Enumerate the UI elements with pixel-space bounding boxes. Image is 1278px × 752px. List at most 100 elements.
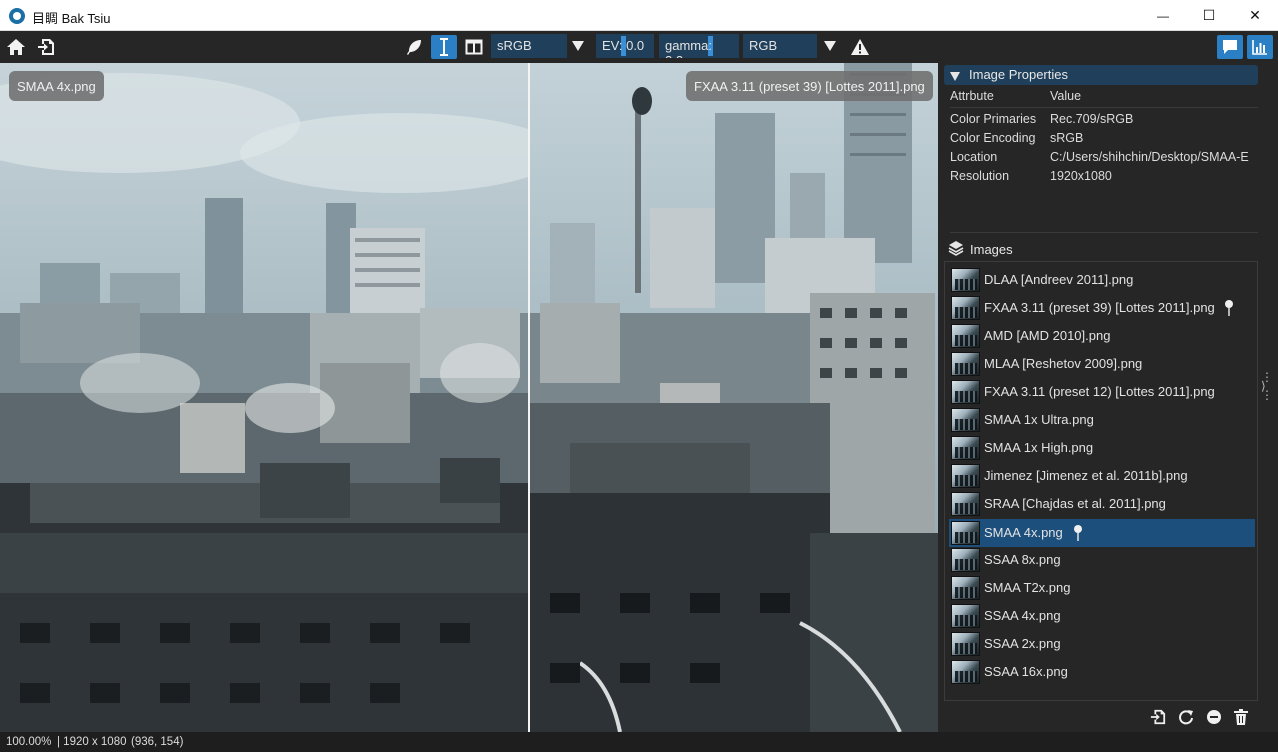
right-image-fxaa	[530, 63, 938, 732]
open-file-icon	[38, 39, 54, 55]
channel-select[interactable]: RGB	[743, 34, 817, 58]
list-item[interactable]: FXAA 3.11 (preset 39) [Lottes 2011].png	[949, 295, 1255, 321]
title-bar: 目睭 Bak Tsiu — ☐ ✕	[0, 0, 1278, 31]
image-name: SSAA 2x.png	[984, 636, 1061, 651]
property-key: Color Primaries	[950, 112, 1037, 126]
colorspace-dropdown-button[interactable]	[569, 36, 587, 56]
channel-dropdown-button[interactable]	[821, 36, 839, 56]
pin-icon[interactable]	[1073, 524, 1083, 542]
home-button[interactable]	[3, 35, 29, 59]
image-thumbnail	[951, 492, 980, 516]
property-key: Location	[950, 150, 998, 164]
text-cursor-button[interactable]	[431, 35, 457, 59]
image-properties-header[interactable]: Image Properties	[944, 65, 1258, 85]
toolbar: sRGB EV: 0.0 gamma: 2.2 RGB	[0, 31, 1278, 63]
list-item[interactable]: DLAA [Andreev 2011].png	[949, 267, 1255, 293]
list-item[interactable]: Jimenez [Jimenez et al. 2011b].png	[949, 463, 1255, 489]
list-item[interactable]: MLAA [Reshetov 2009].png	[949, 351, 1255, 377]
comment-button[interactable]	[1217, 35, 1243, 59]
list-item[interactable]: AMD [AMD 2010].png	[949, 323, 1255, 349]
property-value: 1920x1080	[1050, 169, 1112, 183]
delete-all-button[interactable]	[1230, 706, 1252, 728]
app-window: 目睭 Bak Tsiu — ☐ ✕ sRGB EV: 0.0 gamma: RG…	[0, 0, 1278, 752]
list-item[interactable]: FXAA 3.11 (preset 12) [Lottes 2011].png	[949, 379, 1255, 405]
list-item[interactable]: SSAA 16x.png	[949, 659, 1255, 685]
list-item[interactable]: SSAA 2x.png	[949, 631, 1255, 657]
channel-value: RGB	[749, 38, 778, 53]
gamma-slider[interactable]: gamma: 2.2	[659, 34, 739, 58]
list-item[interactable]: SMAA 1x Ultra.png	[949, 407, 1255, 433]
pin-icon[interactable]	[1224, 299, 1234, 317]
open-file-icon	[1150, 709, 1166, 725]
image-thumbnail	[951, 268, 980, 292]
list-item[interactable]: SMAA T2x.png	[949, 575, 1255, 601]
histogram-button[interactable]	[1247, 35, 1273, 59]
warning-button[interactable]	[847, 35, 873, 59]
image-name: DLAA [Andreev 2011].png	[984, 272, 1134, 287]
colorspace-value: sRGB	[497, 38, 532, 53]
split-view-icon	[465, 39, 483, 55]
colorspace-select[interactable]: sRGB	[491, 34, 567, 58]
image-name: MLAA [Reshetov 2009].png	[984, 356, 1143, 371]
image-name: SSAA 8x.png	[984, 552, 1061, 567]
image-name: SRAA [Chajdas et al. 2011].png	[984, 496, 1166, 511]
minus-circle-icon	[1207, 710, 1221, 724]
cursor-coordinates: (936, 154)	[131, 736, 184, 748]
list-item-selected[interactable]: SMAA 4x.png	[949, 519, 1255, 547]
image-thumbnail	[951, 352, 980, 376]
property-key: Resolution	[950, 169, 1010, 183]
remove-image-button[interactable]	[1203, 706, 1225, 728]
image-name: Jimenez [Jimenez et al. 2011b].png	[984, 468, 1188, 483]
panel-resize-handle[interactable]: ⋮ ⟩ ⋮	[1261, 371, 1273, 401]
zoom-level: 100.00%	[6, 736, 52, 748]
reload-button[interactable]	[1175, 706, 1197, 728]
image-name: AMD [AMD 2010].png	[984, 328, 1111, 343]
image-name: SMAA 1x High.png	[984, 440, 1094, 455]
import-image-button[interactable]	[1147, 706, 1169, 728]
ev-value: EV: 0.0	[602, 38, 645, 53]
list-item[interactable]: SRAA [Chajdas et al. 2011].png	[949, 491, 1255, 517]
layers-icon	[948, 241, 964, 256]
window-title: 目睭 Bak Tsiu	[32, 11, 111, 26]
chevron-down-icon	[572, 41, 584, 51]
image-thumbnail	[951, 408, 980, 432]
close-icon: ✕	[1249, 7, 1261, 23]
split-divider[interactable]	[528, 63, 530, 732]
maximize-button[interactable]: ☐	[1186, 0, 1232, 31]
image-thumbnail	[951, 576, 980, 600]
image-viewport[interactable]: SMAA 4x.png FXAA 3.11 (preset 39) [Lotte…	[0, 63, 938, 732]
gamma-value: gamma: 2.2	[665, 38, 712, 58]
image-thumbnail	[951, 632, 980, 656]
image-name: SMAA T2x.png	[984, 580, 1071, 595]
image-name: SMAA 1x Ultra.png	[984, 412, 1094, 427]
image-thumbnail	[951, 324, 980, 348]
minimize-button[interactable]: —	[1140, 0, 1186, 31]
attribute-column-header: Attrbute	[950, 89, 994, 103]
image-name: FXAA 3.11 (preset 39) [Lottes 2011].png	[984, 300, 1215, 315]
property-key: Color Encoding	[950, 131, 1036, 145]
app-eye-icon	[9, 8, 25, 24]
pen-tool-button[interactable]	[401, 35, 427, 59]
divider	[950, 107, 1258, 108]
collapse-arrow-icon	[950, 69, 960, 84]
property-value: Rec.709/sRGB	[1050, 112, 1134, 126]
image-name: SMAA 4x.png	[984, 525, 1063, 540]
list-item[interactable]: SSAA 8x.png	[949, 547, 1255, 573]
chevron-down-icon	[824, 41, 836, 51]
close-button[interactable]: ✕	[1232, 0, 1278, 31]
split-view-button[interactable]	[461, 35, 487, 59]
text-cursor-icon	[440, 38, 448, 56]
image-thumbnail	[951, 380, 980, 404]
open-file-button[interactable]	[33, 35, 59, 59]
images-list: DLAA [Andreev 2011].png FXAA 3.11 (prese…	[944, 261, 1258, 701]
histogram-icon	[1252, 40, 1267, 55]
list-item[interactable]: SSAA 4x.png	[949, 603, 1255, 629]
list-item[interactable]: SMAA 1x High.png	[949, 435, 1255, 461]
image-thumbnail	[951, 548, 980, 572]
image-name: FXAA 3.11 (preset 12) [Lottes 2011].png	[984, 384, 1215, 399]
property-value: C:/Users/shihchin/Desktop/SMAA-E	[1050, 150, 1249, 164]
image-properties-title: Image Properties	[969, 67, 1068, 82]
ev-slider[interactable]: EV: 0.0	[596, 34, 654, 58]
left-image-label: SMAA 4x.png	[9, 71, 104, 101]
city-scene-image	[530, 63, 938, 732]
